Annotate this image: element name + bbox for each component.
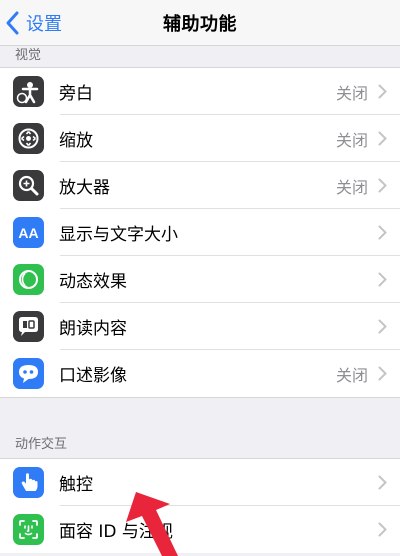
chevron-right-icon — [378, 84, 387, 99]
zoom-icon — [13, 123, 44, 154]
magnifier-icon — [13, 170, 44, 201]
row-value: 关闭 — [335, 83, 368, 103]
chevron-right-icon — [378, 319, 387, 334]
row-face-id[interactable]: 面容 ID 与注视 — [0, 506, 400, 553]
chevron-right-icon — [378, 272, 387, 287]
row-label: 朗读内容 — [59, 319, 127, 339]
voiceover-icon — [13, 76, 44, 107]
chevron-right-icon — [378, 366, 387, 381]
row-voiceover[interactable]: 旁白 关闭 — [0, 68, 400, 115]
chevron-right-icon — [378, 225, 387, 240]
display-text-size-icon: AA — [13, 217, 44, 248]
audio-descriptions-icon — [13, 358, 44, 389]
row-value: 关闭 — [335, 365, 368, 385]
chevron-right-icon — [378, 131, 387, 146]
row-label: 面容 ID 与注视 — [59, 522, 173, 542]
row-audio-descriptions[interactable]: 口述影像 关闭 — [0, 350, 400, 397]
chevron-right-icon — [378, 475, 387, 490]
row-label: 触控 — [59, 475, 93, 495]
row-value: 关闭 — [335, 130, 368, 150]
row-touch[interactable]: 触控 — [0, 459, 400, 506]
row-motion[interactable]: 动态效果 — [0, 256, 400, 303]
touch-icon — [13, 467, 44, 498]
svg-text:AA: AA — [18, 225, 38, 241]
motion-icon — [13, 264, 44, 295]
row-label: 放大器 — [59, 178, 110, 198]
section-header-interaction: 动作交互 — [15, 437, 68, 452]
row-zoom[interactable]: 缩放 关闭 — [0, 115, 400, 162]
section-header-vision: 视觉 — [15, 48, 42, 63]
face-id-icon — [13, 514, 44, 545]
vision-group: 旁白 关闭 缩放 关闭 放大器 关闭 AA 显示与文字大小 动态效果 朗读内容 … — [0, 67, 400, 398]
navigation-bar: 设置 辅助功能 — [0, 0, 400, 46]
spoken-content-icon — [13, 311, 44, 342]
row-label: 口述影像 — [59, 366, 127, 386]
page-title: 辅助功能 — [163, 14, 237, 35]
chevron-right-icon — [378, 522, 387, 537]
row-label: 旁白 — [59, 84, 93, 104]
row-spoken-content[interactable]: 朗读内容 — [0, 303, 400, 350]
interaction-group: 触控 面容 ID 与注视 — [0, 458, 400, 553]
row-value: 关闭 — [335, 177, 368, 197]
row-label: 显示与文字大小 — [59, 225, 178, 245]
chevron-right-icon — [378, 178, 387, 193]
row-display-text-size[interactable]: AA 显示与文字大小 — [0, 209, 400, 256]
row-magnifier[interactable]: 放大器 关闭 — [0, 162, 400, 209]
row-label: 动态效果 — [59, 272, 127, 292]
row-label: 缩放 — [59, 131, 93, 151]
